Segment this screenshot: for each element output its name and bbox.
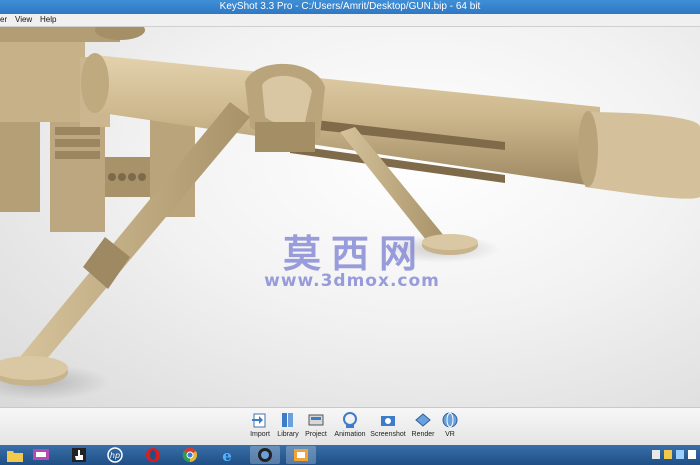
- system-tray-icons[interactable]: [652, 450, 696, 460]
- animation-label: Animation: [334, 431, 366, 438]
- vr-icon: [442, 412, 458, 428]
- animation-button[interactable]: Animation: [330, 411, 370, 438]
- hand-cursor-icon: [72, 448, 86, 462]
- hp-icon: hp: [107, 447, 123, 463]
- animation-icon: [343, 412, 357, 428]
- keyshot-icon: [258, 448, 272, 462]
- project-icon: [308, 414, 324, 426]
- window-title: KeyShot 3.3 Pro - C:/Users/Amrit/Desktop…: [219, 1, 481, 12]
- taskbar-hand[interactable]: [64, 446, 94, 464]
- library-icon: [282, 413, 293, 427]
- menu-item-edit-partial[interactable]: er: [0, 14, 7, 26]
- screenshot-label: Screenshot: [370, 431, 406, 438]
- svg-text:e: e: [222, 447, 232, 463]
- svg-text:hp: hp: [110, 451, 120, 460]
- taskbar-internet-explorer[interactable]: e: [212, 446, 242, 464]
- watermark-url: www.3dmox.com: [264, 271, 440, 291]
- menu-bar: er View Help: [0, 14, 700, 27]
- screenshot-button[interactable]: Screenshot: [368, 411, 408, 438]
- vr-button[interactable]: VR: [430, 411, 470, 438]
- taskbar-presentation[interactable]: [26, 446, 56, 464]
- opera-icon: [146, 448, 160, 462]
- chrome-icon: [182, 447, 197, 463]
- taskbar-hp[interactable]: hp: [100, 446, 130, 464]
- taskbar-opera[interactable]: [138, 446, 168, 464]
- internet-explorer-icon: e: [222, 447, 232, 463]
- vr-label: VR: [445, 431, 455, 438]
- import-icon: [252, 413, 266, 428]
- bottom-toolbar: Import Library Project Animation Screens…: [0, 407, 700, 446]
- window-title-bar: KeyShot 3.3 Pro - C:/Users/Amrit/Desktop…: [0, 0, 700, 14]
- presentation-icon: [33, 449, 49, 460]
- taskbar-chrome[interactable]: [175, 446, 205, 464]
- folder-icon: [7, 451, 23, 462]
- taskbar-keyshot[interactable]: [250, 446, 280, 464]
- watermark-chinese: 莫西网: [282, 231, 427, 276]
- render-viewport[interactable]: 莫西网 www.3dmox.com: [0, 27, 700, 407]
- menu-item-view[interactable]: View: [15, 14, 32, 26]
- taskbar-paint[interactable]: [286, 446, 316, 464]
- windows-taskbar: hp e: [0, 445, 700, 465]
- screenshot-icon: [381, 416, 395, 426]
- rifle-model-render: [0, 27, 700, 400]
- bipod-clamp: [245, 63, 325, 152]
- menu-item-help[interactable]: Help: [40, 14, 56, 26]
- paint-icon: [294, 449, 308, 461]
